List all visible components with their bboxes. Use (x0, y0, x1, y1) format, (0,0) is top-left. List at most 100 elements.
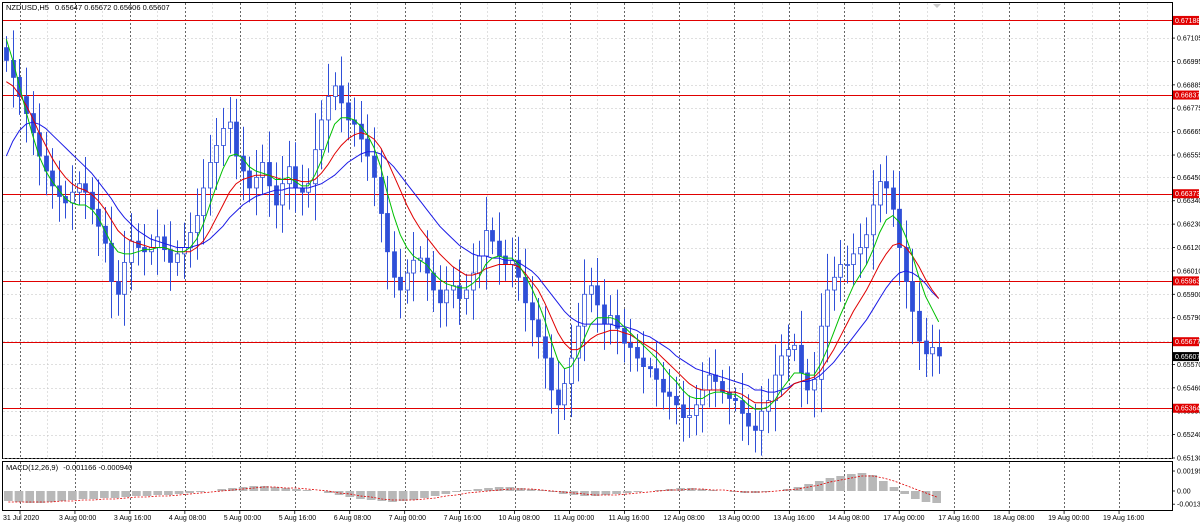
price-tick-label: 0.65130 (1177, 456, 1200, 463)
candle-body (595, 285, 600, 306)
price-tick-label: 0.66885 (1177, 82, 1200, 89)
macd-tick-label: 0.001997 (1177, 469, 1200, 476)
candle-body (287, 166, 292, 185)
current-price-tag-label: 0.65607 (1175, 354, 1200, 361)
candle-body (674, 395, 679, 406)
candle-body (562, 383, 567, 406)
candle-body (168, 249, 173, 263)
price-tick-label: 0.66230 (1177, 222, 1200, 229)
time-tick-label: 3 Aug 16:00 (114, 515, 151, 522)
macd-tick-label: 0.00 (1177, 489, 1191, 496)
macd-name-text: MACD(12,26,9) (6, 463, 59, 472)
candle-body (293, 166, 298, 189)
candle-body (280, 183, 285, 206)
candle-body (490, 230, 495, 242)
candle-body (214, 145, 219, 163)
level-price-tag-label: 0.65364 (1175, 406, 1200, 413)
price-chart[interactable]: 0.001997 0.00 -0.001319 0.67105 0.66995 0.66… (0, 0, 1200, 525)
price-tick-label: 0.65900 (1177, 292, 1200, 299)
price-tick-label: 0.67105 (1177, 36, 1200, 43)
candle-body (786, 349, 791, 357)
candle-body (661, 378, 666, 393)
price-tick-label: 0.66555 (1177, 153, 1200, 160)
time-tick-label: 7 Aug 16:00 (444, 515, 481, 522)
candle-body (635, 347, 640, 359)
price-tick-label: 0.65790 (1177, 315, 1200, 322)
candle-body (891, 187, 896, 210)
candle-body (589, 285, 594, 295)
candle-body (759, 410, 764, 431)
candle-body (628, 342, 633, 348)
candle-body (897, 208, 902, 248)
candle-body (365, 138, 370, 157)
time-tick-label: 19 Aug 16:00 (1103, 515, 1144, 522)
candle-body (727, 391, 732, 399)
candle-body (884, 181, 889, 189)
candle-body (379, 176, 384, 214)
candle-body (667, 391, 672, 397)
price-tick-label: 0.66775 (1177, 106, 1200, 113)
symbol-text: NZDUSD,H5 (6, 3, 49, 12)
candle-body (444, 289, 449, 304)
candle-body (372, 155, 377, 178)
candle-body (924, 340, 929, 355)
candle-body (832, 276, 837, 291)
trading-chart-window[interactable]: 0.001997 0.00 -0.001319 0.67105 0.66995 0.66… (0, 0, 1200, 525)
price-tick-label: 0.66120 (1177, 245, 1200, 252)
candle-body (740, 400, 745, 414)
candle-body (746, 412, 751, 427)
candle-body (267, 162, 272, 187)
chart-background (0, 0, 1200, 525)
price-tick-label: 0.66010 (1177, 268, 1200, 275)
time-tick-label: 11 Aug 16:00 (608, 515, 649, 522)
candle-body (687, 415, 692, 419)
candle-body (70, 191, 75, 204)
price-tick-label: 0.65240 (1177, 432, 1200, 439)
candle-body (648, 366, 653, 370)
candle-body (195, 215, 200, 234)
candle-body (569, 357, 574, 384)
candle-body (221, 128, 226, 146)
candle-body (871, 204, 876, 236)
candle-body (753, 425, 758, 431)
macd-label: MACD(12,26,9) -0.001166 -0.000940 (6, 463, 132, 472)
candle-body (707, 374, 712, 391)
candle-body (864, 234, 869, 248)
candle-body (608, 315, 613, 325)
time-tick-label: 6 Aug 08:00 (334, 515, 371, 522)
price-tick-label: 0.66340 (1177, 198, 1200, 205)
candle-body (438, 289, 443, 304)
candle-body (484, 230, 489, 257)
candle-body (464, 289, 469, 299)
level-price-tag-label: 0.65963 (1175, 278, 1200, 285)
candle-body (917, 310, 922, 342)
chart-symbol-label: NZDUSD,H5 0.65647 0.65672 0.65606 0.6560… (6, 3, 170, 12)
candle-body (825, 289, 830, 327)
time-tick-label: 10 Aug 08:00 (499, 515, 540, 522)
time-tick-label: 4 Aug 08:00 (169, 515, 206, 522)
candle-body (799, 344, 804, 374)
candle-body (930, 347, 935, 355)
candle-body (779, 355, 784, 376)
candle-body (654, 368, 659, 380)
candle-body (4, 47, 9, 61)
candle-body (858, 247, 863, 255)
macd-values-text: -0.001166 -0.000940 (63, 463, 132, 472)
candle-body (582, 293, 587, 327)
level-price-tag-label: 0.67188 (1175, 18, 1200, 25)
candle-body (904, 247, 909, 282)
time-tick-label: 3 Aug 00:00 (59, 515, 96, 522)
candle-body (681, 404, 686, 419)
candle-body (530, 302, 535, 321)
candle-body (733, 398, 738, 401)
time-tick-label: 17 Aug 16:00 (938, 515, 979, 522)
candle-body (122, 261, 127, 295)
candle-body (234, 121, 239, 157)
time-tick-label: 14 Aug 08:00 (828, 515, 869, 522)
candle-body (398, 276, 403, 291)
price-tick-label: 0.66995 (1177, 59, 1200, 66)
price-tick-label: 0.66665 (1177, 129, 1200, 136)
candle-body (845, 264, 850, 266)
ohlc-text: 0.65647 0.65672 0.65606 0.65607 (55, 3, 170, 12)
candle-body (411, 259, 416, 274)
